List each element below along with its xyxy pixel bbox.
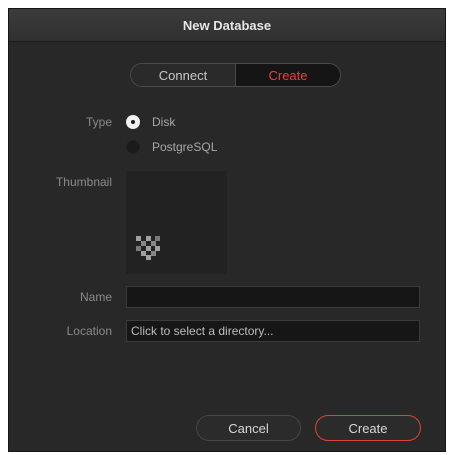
dialog-title: New Database (182, 17, 272, 33)
name-label: Name (79, 290, 112, 304)
name-input[interactable] (126, 286, 420, 308)
type-label: Type (85, 115, 112, 129)
new-database-dialog: New Database Connect Create Type Disk Po… (8, 8, 446, 452)
type-option-disk[interactable]: Disk (126, 115, 175, 129)
dialog-titlebar: New Database (9, 9, 445, 42)
thumbnail-label: Thumbnail (55, 175, 112, 189)
location-input[interactable] (126, 320, 420, 342)
mode-toggle: Connect Create (130, 63, 341, 87)
cancel-button[interactable]: Cancel (196, 415, 301, 441)
radio-unselected-icon[interactable] (126, 140, 140, 154)
create-tab[interactable]: Create (236, 64, 340, 86)
type-option-postgresql[interactable]: PostgreSQL (126, 140, 217, 154)
create-button[interactable]: Create (315, 415, 421, 441)
thumbnail-picker[interactable] (126, 171, 227, 274)
connect-tab[interactable]: Connect (131, 64, 236, 86)
radio-selected-icon[interactable] (126, 115, 140, 129)
type-option-postgresql-label: PostgreSQL (152, 140, 218, 154)
location-label: Location (66, 324, 112, 338)
type-option-disk-label: Disk (152, 115, 176, 129)
database-thumbnail-icon (136, 236, 160, 260)
